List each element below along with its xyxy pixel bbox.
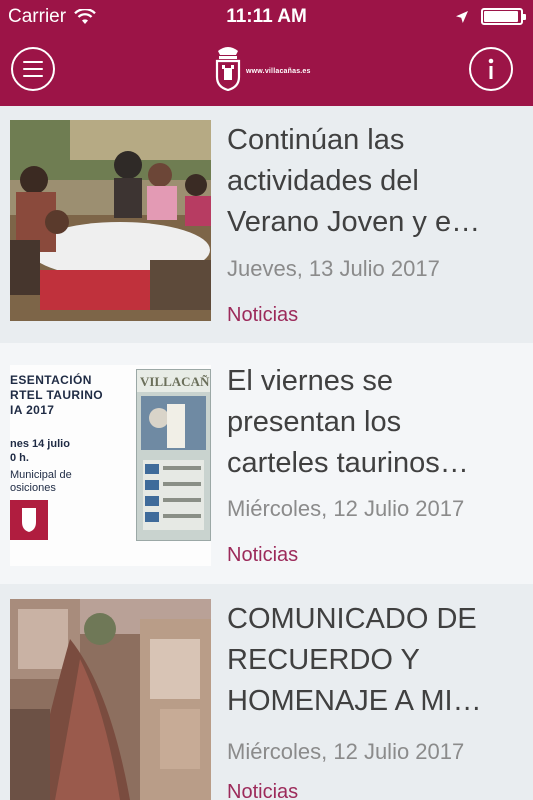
- poster-line: Municipal de: [10, 469, 72, 481]
- news-list: Continúan las actividades del Verano Jov…: [0, 106, 533, 800]
- news-thumbnail: [10, 120, 211, 321]
- news-title[interactable]: COMUNICADO DE RECUERDO Y HOMENAJE A MI…: [227, 599, 527, 722]
- app-header: Carrier 11:11 AM www.villacañas.es: [0, 0, 533, 106]
- news-item[interactable]: Continúan las actividades del Verano Jov…: [0, 106, 533, 343]
- poster-line: IA 2017: [10, 403, 55, 417]
- news-date: Jueves, 13 Julio 2017: [227, 256, 440, 281]
- news-item[interactable]: COMUNICADO DE RECUERDO Y HOMENAJE A MI… …: [0, 584, 533, 800]
- news-title-line: HOMENAJE A MI…: [227, 685, 482, 717]
- news-category[interactable]: Noticias: [227, 544, 298, 567]
- news-item[interactable]: ESENTACIÓN RTEL TAURINO IA 2017 nes 14 j…: [0, 343, 533, 584]
- poster-line: ESENTACIÓN: [10, 373, 92, 387]
- coat-of-arms-icon: [215, 47, 241, 91]
- news-title-line: actividades del: [227, 165, 419, 197]
- poster-line: 0 h.: [10, 452, 29, 464]
- news-thumbnail: ESENTACIÓN RTEL TAURINO IA 2017 nes 14 j…: [10, 365, 211, 566]
- poster-place: Municipal de osiciones: [10, 469, 132, 495]
- news-title-line: Continúan las: [227, 124, 405, 156]
- news-category[interactable]: Noticias: [227, 781, 298, 800]
- news-title-line: presentan los: [227, 406, 402, 438]
- menu-button[interactable]: [11, 47, 55, 91]
- event-poster: ESENTACIÓN RTEL TAURINO IA 2017 nes 14 j…: [10, 365, 211, 566]
- mini-poster: VILLACAÑ: [136, 369, 211, 541]
- news-title-line: El viernes se: [227, 365, 394, 397]
- news-title[interactable]: El viernes se presentan los carteles tau…: [227, 361, 527, 484]
- site-url: www.villacañas.es: [246, 67, 311, 75]
- info-icon: [488, 58, 494, 79]
- news-title[interactable]: Continúan las actividades del Verano Jov…: [227, 120, 527, 243]
- status-bar: Carrier 11:11 AM: [0, 0, 533, 34]
- info-button[interactable]: [469, 47, 513, 91]
- news-title-line: COMUNICADO DE: [227, 603, 477, 635]
- hamburger-icon: [23, 61, 43, 77]
- brand-logo[interactable]: www.villacañas.es: [213, 42, 311, 92]
- news-title-line: Verano Joven y e…: [227, 206, 481, 238]
- poster-heading: ESENTACIÓN RTEL TAURINO IA 2017: [10, 373, 130, 418]
- poster-line: RTEL TAURINO: [10, 388, 104, 402]
- mini-poster-title: VILLACAÑ: [140, 374, 210, 389]
- news-date: Miércoles, 12 Julio 2017: [227, 739, 465, 764]
- status-right-icons: [455, 8, 526, 25]
- news-category[interactable]: Noticias: [227, 304, 298, 327]
- news-thumbnail: [10, 599, 211, 800]
- status-time: 11:11 AM: [226, 6, 307, 27]
- poster-line: osiciones: [10, 482, 56, 494]
- poster-line: nes 14 julio: [10, 438, 70, 450]
- news-title-line: carteles taurinos…: [227, 447, 469, 479]
- poster-date: nes 14 julio 0 h.: [10, 437, 130, 465]
- news-title-line: RECUERDO Y: [227, 644, 420, 676]
- news-date: Miércoles, 12 Julio 2017: [227, 496, 465, 521]
- poster-seal-icon: [10, 500, 48, 540]
- battery-icon: [481, 8, 526, 25]
- location-arrow-icon: [456, 10, 468, 23]
